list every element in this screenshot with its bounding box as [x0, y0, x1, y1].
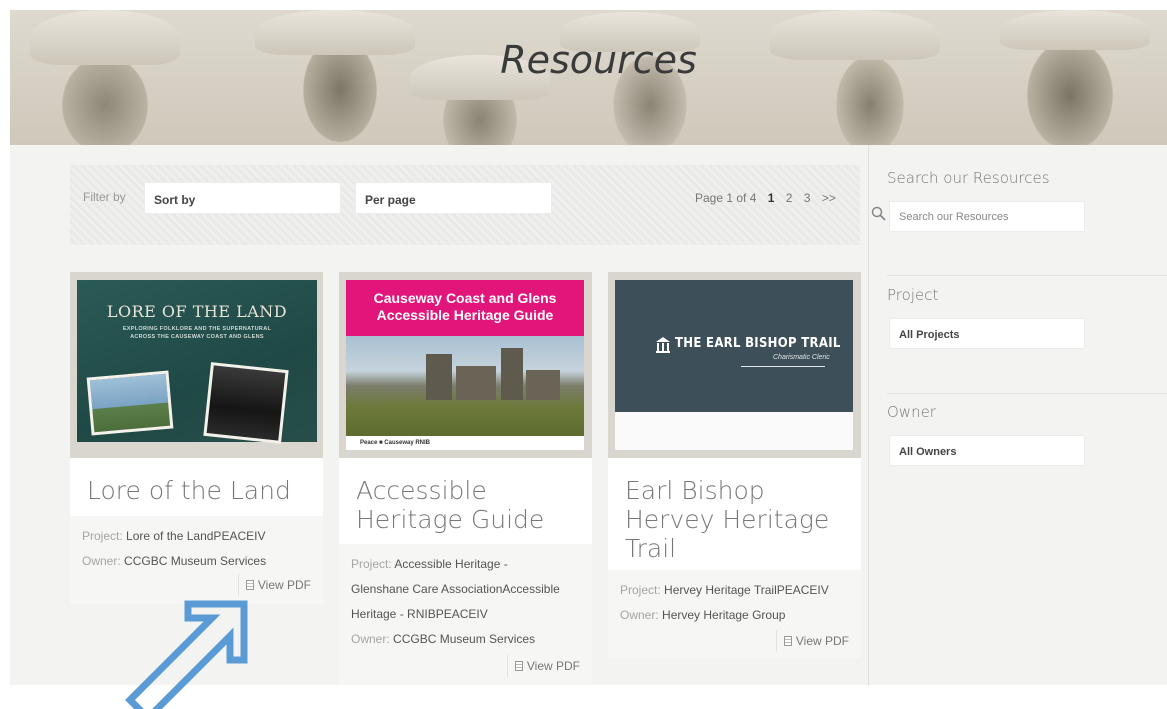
card-title-line: Heritage Guide — [356, 505, 545, 534]
castle-photo — [346, 336, 584, 436]
resource-card[interactable]: Causeway Coast and Glens Accessible Heri… — [339, 272, 592, 685]
project-select[interactable]: All Projects — [889, 318, 1085, 349]
card-project: Project: Hervey Heritage TrailPEACEIV — [620, 578, 849, 603]
project-value-cont: Heritage - RNIBPEACEIV — [351, 607, 488, 621]
thumbnail-footer: Peace ■ Causeway RNIB — [346, 436, 584, 450]
filter-bar: Filter by Sort by Per page Page 1 of 4 1… — [70, 165, 860, 245]
search-input[interactable]: Search our Resources — [889, 201, 1085, 232]
page-title: Resources — [500, 38, 697, 82]
card-thumbnail[interactable]: LORE OF THE LAND EXPLORING FOLKLORE AND … — [77, 280, 317, 444]
thumbnail-subtitle: EXPLORING FOLKLORE AND THE SUPERNATURAL … — [77, 325, 317, 341]
page-link-1[interactable]: 1 — [768, 191, 775, 205]
card-thumbnail[interactable]: THE EARL BISHOP TRAIL Charismatic Cleric — [615, 280, 853, 412]
document-icon — [783, 636, 792, 646]
sort-by-select[interactable]: Sort by — [144, 182, 341, 214]
thumbnail-subtitle-line: ACROSS THE CAUSEWAY COAST AND GLENS — [130, 334, 264, 340]
project-value: Hervey Heritage TrailPEACEIV — [664, 583, 829, 597]
project-label: Project: — [82, 529, 123, 543]
card-title-line: Hervey Heritage — [625, 505, 830, 534]
project-heading: Project — [887, 286, 939, 304]
view-pdf-link[interactable]: View PDF — [506, 655, 580, 677]
portrait-photo — [203, 362, 289, 444]
card-title[interactable]: Lore of the Land — [70, 458, 323, 505]
owner-label: Owner: — [82, 554, 121, 568]
owner-label: Owner: — [351, 632, 390, 646]
sidebar: Search our Resources Search our Resource… — [868, 145, 1167, 685]
project-value: Lore of the LandPEACEIV — [126, 529, 266, 543]
thumbnail-title: Causeway Coast and Glens Accessible Heri… — [346, 280, 584, 336]
owner-value: Hervey Heritage Group — [662, 608, 786, 622]
owner-select[interactable]: All Owners — [889, 435, 1085, 466]
card-owner: Owner: CCGBC Museum Services — [82, 549, 311, 574]
card-title[interactable]: Accessible Heritage Guide — [339, 458, 592, 534]
view-pdf-label: View PDF — [795, 634, 849, 648]
thumbnail-padding — [615, 412, 853, 450]
pagination-summary: Page 1 of 4 — [695, 191, 757, 205]
card-project: Project: Lore of the LandPEACEIV — [82, 524, 311, 549]
divider — [506, 655, 508, 677]
view-pdf-label: View PDF — [257, 578, 311, 592]
project-label: Project: — [620, 583, 661, 597]
card-title[interactable]: Earl Bishop Hervey Heritage Trail — [608, 458, 861, 563]
owner-label: Owner: — [620, 608, 659, 622]
per-page-select[interactable]: Per page — [355, 182, 552, 214]
project-value: Accessible Heritage - — [394, 557, 508, 571]
card-title-line: Trail — [625, 534, 677, 563]
arrow-annotation-icon — [125, 600, 248, 709]
search-heading: Search our Resources — [887, 169, 1050, 187]
card-thumbnail-frame: THE EARL BISHOP TRAIL Charismatic Cleric — [608, 272, 861, 458]
card-thumbnail[interactable]: Causeway Coast and Glens Accessible Heri… — [346, 280, 584, 450]
page-banner: Resources — [10, 10, 1167, 145]
decorative-line — [741, 366, 825, 367]
card-owner: Owner: Hervey Heritage Group — [620, 603, 849, 628]
card-owner: Owner: CCGBC Museum Services — [351, 627, 580, 652]
thumbnail-title: LORE OF THE LAND — [106, 302, 288, 321]
temple-icon — [656, 337, 670, 353]
view-pdf-link[interactable]: View PDF — [775, 630, 849, 652]
castle-ruin — [426, 354, 452, 400]
thumbnail-title-line: Accessible Heritage Guide — [376, 307, 554, 323]
search-icon[interactable] — [871, 206, 886, 221]
card-project: Project: Accessible Heritage - — [351, 552, 580, 577]
view-pdf-label: View PDF — [526, 659, 580, 673]
thumbnail-title: THE EARL BISHOP TRAIL — [675, 336, 841, 351]
document-icon — [514, 661, 523, 671]
castle-ruin — [526, 370, 560, 400]
card-body: Earl Bishop Hervey Heritage Trail Projec… — [608, 458, 861, 658]
project-label: Project: — [351, 557, 392, 571]
resource-card[interactable]: THE EARL BISHOP TRAIL Charismatic Cleric… — [608, 272, 861, 658]
card-title-line: Earl Bishop — [625, 476, 765, 505]
divider — [887, 393, 1167, 394]
card-title-line: Accessible — [356, 476, 487, 505]
divider — [775, 630, 777, 652]
page-link-3[interactable]: 3 — [804, 191, 811, 205]
card-thumbnail-frame: LORE OF THE LAND EXPLORING FOLKLORE AND … — [70, 272, 323, 458]
thumbnail-subtitle-line: EXPLORING FOLKLORE AND THE SUPERNATURAL — [122, 326, 272, 332]
page-link-2[interactable]: 2 — [786, 191, 793, 205]
owner-value: CCGBC Museum Services — [124, 554, 267, 568]
card-thumbnail-frame: Causeway Coast and Glens Accessible Heri… — [339, 272, 592, 458]
divider — [887, 275, 1167, 276]
castle-ruin — [501, 348, 523, 400]
thumbnail-subtitle: Charismatic Cleric — [773, 354, 830, 361]
thumbnail-title-line: Causeway Coast and Glens — [373, 290, 557, 306]
filter-label: Filter by — [83, 190, 126, 204]
pagination: Page 1 of 4 1 2 3 >> — [695, 191, 836, 205]
project-value-cont: Glenshane Care AssociationAccessible — [351, 582, 560, 596]
card-body: Accessible Heritage Guide Project: Acces… — [339, 458, 592, 685]
castle-ruin — [456, 366, 496, 400]
owner-heading: Owner — [887, 403, 936, 421]
owner-value: CCGBC Museum Services — [393, 632, 536, 646]
next-page-link[interactable]: >> — [822, 191, 836, 205]
resource-card[interactable]: LORE OF THE LAND EXPLORING FOLKLORE AND … — [70, 272, 323, 604]
coast-photo — [86, 370, 174, 436]
